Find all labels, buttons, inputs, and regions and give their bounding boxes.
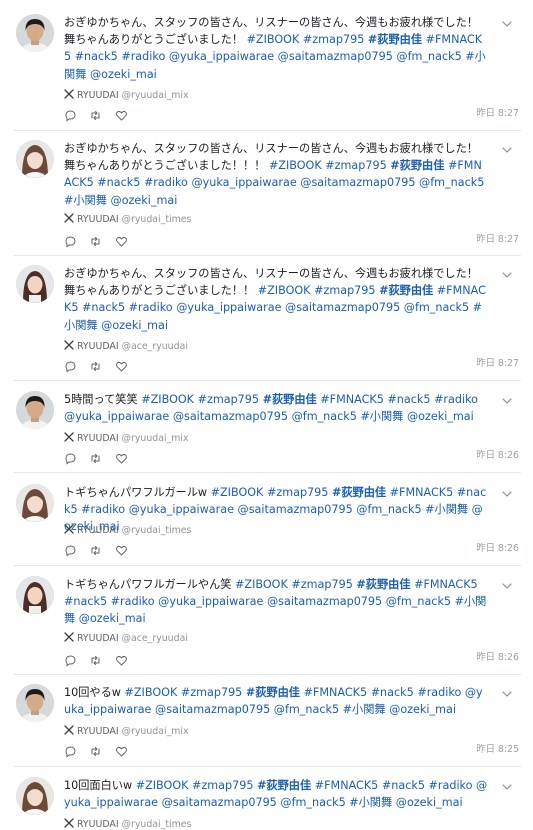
- hashtag-link[interactable]: #FMNACK5: [315, 779, 379, 792]
- post-text: 10回面白いw #ZIBOOK #zmap795 #荻野由佳 #FMNACK5 …: [64, 777, 489, 811]
- chevron-down-icon[interactable]: [500, 777, 514, 790]
- hashtag-link[interactable]: #荻野由佳: [257, 779, 311, 792]
- post-source: RYUUDAI @ryudai_times: [64, 818, 191, 830]
- x-logo-icon: [64, 818, 74, 828]
- post-text-segment: 10回面白いw: [64, 779, 136, 792]
- avatar[interactable]: [16, 777, 54, 815]
- post-item: 10回面白いw #ZIBOOK #zmap795 #荻野由佳 #FMNACK5 …: [0, 0, 533, 830]
- hashtag-link[interactable]: #radiko: [429, 779, 473, 792]
- mention-link[interactable]: @ozeki_mai: [396, 796, 463, 809]
- timeline-feed: おぎゆかちゃん、スタッフの皆さん、リスナーの皆さん、今週もお疲れ様でした！舞ちゃ…: [0, 0, 533, 830]
- hashtag-link[interactable]: #nack5: [382, 779, 425, 792]
- hashtag-link[interactable]: #ZIBOOK: [136, 779, 189, 792]
- mention-link[interactable]: @saitamazmap0795: [162, 796, 277, 809]
- source-handle[interactable]: @ryudai_times: [122, 819, 192, 830]
- hashtag-link[interactable]: #小関舞: [349, 796, 392, 809]
- hashtag-link[interactable]: #zmap795: [192, 779, 253, 792]
- source-name[interactable]: RYUUDAI: [77, 819, 119, 830]
- mention-link[interactable]: @fm_nack5: [280, 796, 345, 809]
